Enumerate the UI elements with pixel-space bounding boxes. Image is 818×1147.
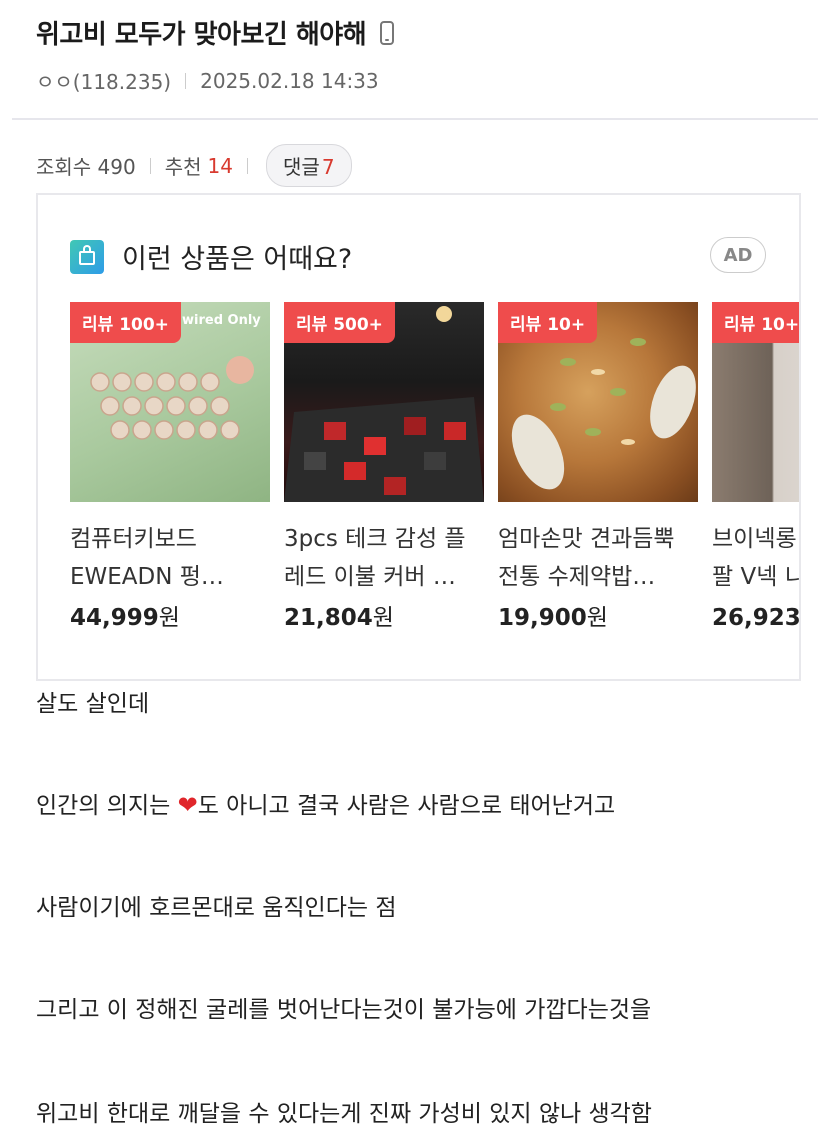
comments-button[interactable]: 댓글 7: [266, 144, 352, 187]
product-name-line: 전통 수제약밥…: [498, 564, 656, 590]
product-name[interactable]: 엄마손맛 견과듬뿍 전통 수제약밥…: [498, 520, 698, 596]
review-badge: 리뷰 500+: [284, 302, 395, 343]
shopping-bag-icon: [70, 239, 104, 274]
price-unit: 원: [158, 605, 180, 631]
post-date: 2025.02.18 14:33: [200, 68, 379, 93]
divider: [247, 157, 248, 174]
post-title: 위고비 모두가 맞아보긴 해야해: [36, 14, 395, 51]
product-card[interactable]: 리뷰 500+ 3pcs 테크 감성 플 레드 이불 커버 … 21,804원: [284, 302, 484, 632]
review-badge: 리뷰 10+: [712, 302, 799, 343]
ad-recommendation-box: 이런 상품은 어때요? AD wired Only 리뷰 100+ 컴퓨터키보드…: [36, 193, 801, 681]
view-count: 조회수 490: [36, 155, 136, 179]
product-name-line: 레드 이불 커버 …: [284, 564, 456, 590]
content-text: 인간의 의지는: [36, 793, 178, 819]
price-number: 21,804: [284, 605, 373, 631]
ad-badge[interactable]: AD: [710, 237, 766, 273]
price-number: 26,923: [712, 605, 801, 631]
comments-label: 댓글: [283, 155, 320, 179]
product-name-line: 컴퓨터키보드: [70, 526, 197, 552]
content-line: 그리고 이 정해진 굴레를 벗어난다는것이 불가능에 가깝다는것을: [36, 997, 652, 1023]
post-title-text: 위고비 모두가 맞아보긴 해야해: [36, 20, 367, 50]
content-line: 인간의 의지는 ❤도 아니고 결국 사람은 사람으로 태어난거고: [36, 786, 615, 820]
review-badge: 리뷰 10+: [498, 302, 598, 343]
product-name-line: 엄마손맛 견과듬뿍: [498, 526, 675, 552]
price-number: 44,999: [70, 605, 159, 631]
post-meta: ㅇㅇ(118.235) 2025.02.18 14:33: [36, 66, 379, 95]
header-divider: [12, 118, 818, 120]
thumb-label: wired Only: [182, 313, 261, 328]
product-price: 44,999원: [70, 598, 270, 632]
author-name[interactable]: ㅇㅇ(118.235): [36, 66, 171, 95]
review-badge: 리뷰 100+: [70, 302, 181, 343]
product-name-line: 3pcs 테크 감성 플: [284, 526, 466, 552]
content-line: 사람이기에 호르몬대로 움직인다는 점: [36, 895, 397, 921]
recommend-count: 14: [207, 153, 233, 178]
product-name[interactable]: 컴퓨터키보드 EWEADN 펑…: [70, 520, 270, 596]
heart-scribble-icon: ❤: [177, 791, 198, 819]
product-image-dress[interactable]: 리뷰 10+: [712, 302, 799, 502]
product-price: 26,923원: [712, 598, 801, 632]
product-name[interactable]: 브이넥롱 팔 V넥 니: [712, 520, 801, 596]
comments-count: 7: [321, 155, 335, 179]
product-name-line: EWEADN 펑…: [70, 564, 224, 590]
product-image-keyboard[interactable]: wired Only 리뷰 100+: [70, 302, 270, 502]
price-unit: 원: [586, 605, 608, 631]
product-image-yakbap[interactable]: 리뷰 10+: [498, 302, 698, 502]
ad-header: 이런 상품은 어때요?: [70, 237, 352, 276]
product-name-line: 팔 V넥 니: [712, 564, 801, 590]
product-card[interactable]: 리뷰 10+ 엄마손맛 견과듬뿍 전통 수제약밥… 19,900원: [498, 302, 698, 632]
product-price: 19,900원: [498, 598, 698, 632]
ad-title: 이런 상품은 어때요?: [122, 244, 353, 275]
content-line: 살도 살인데: [36, 691, 150, 717]
content-text: 도 아니고 결국 사람은 사람으로 태어난거고: [197, 793, 616, 819]
product-name[interactable]: 3pcs 테크 감성 플 레드 이불 커버 …: [284, 520, 484, 596]
product-image-bedding[interactable]: 리뷰 500+: [284, 302, 484, 502]
price-unit: 원: [372, 605, 394, 631]
product-name-line: 브이넥롱: [712, 526, 797, 552]
product-card[interactable]: 리뷰 10+ 브이넥롱 팔 V넥 니 26,923원: [712, 302, 801, 632]
product-card[interactable]: wired Only 리뷰 100+ 컴퓨터키보드 EWEADN 펑… 44,9…: [70, 302, 270, 632]
recommend-label: 추천: [164, 155, 202, 179]
price-number: 19,900: [498, 605, 587, 631]
mobile-phone-icon: [380, 20, 395, 45]
product-price: 21,804원: [284, 598, 484, 632]
post-stats: 조회수 490 추천 14 댓글 7: [36, 144, 352, 187]
content-line: 위고비 한대로 깨달을 수 있다는게 진짜 가성비 있지 않나 생각함: [36, 1101, 652, 1127]
divider: [149, 157, 151, 174]
divider: [185, 72, 187, 89]
